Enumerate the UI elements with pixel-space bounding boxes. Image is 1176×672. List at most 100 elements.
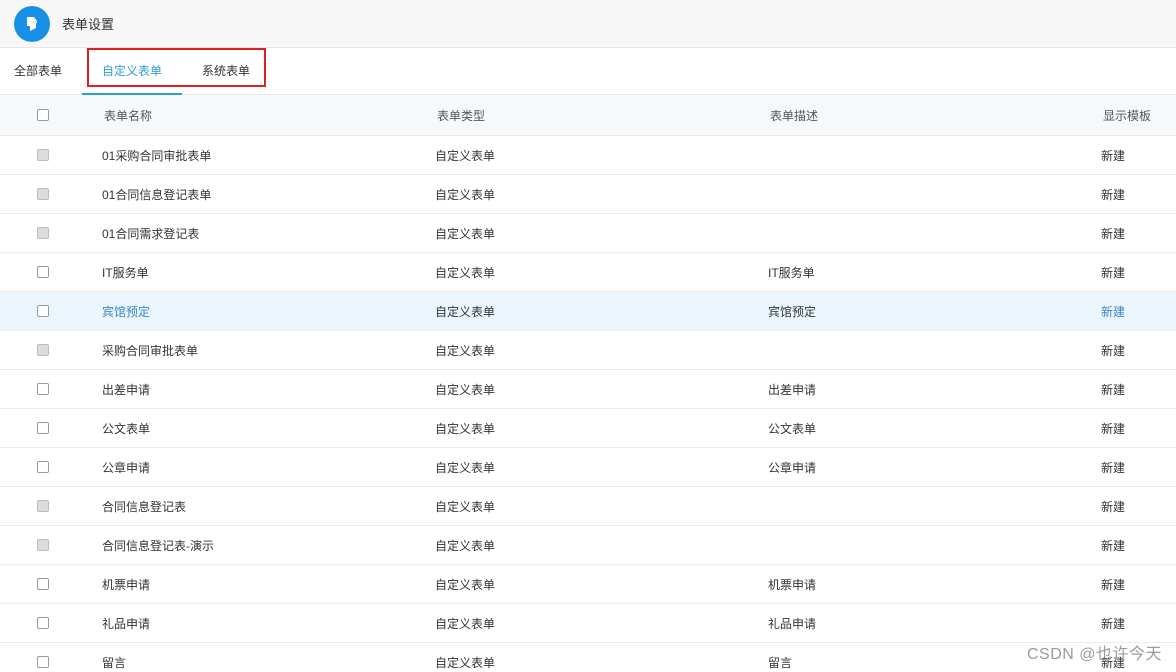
table-row[interactable]: 礼品申请 自定义表单 礼品申请 新建 [0, 604, 1176, 643]
page-title: 表单设置 [62, 17, 115, 32]
form-name: 出差申请 [102, 382, 151, 397]
form-description: 公章申请 [768, 460, 817, 475]
new-template-link[interactable]: 新建 [1101, 331, 1125, 369]
row-checkbox-cell [37, 214, 49, 252]
form-name: 宾馆预定 [102, 304, 151, 319]
form-type: 自定义表单 [435, 421, 496, 436]
new-template-link[interactable]: 新建 [1101, 253, 1125, 291]
form-type: 自定义表单 [435, 538, 496, 553]
row-checkbox[interactable] [37, 383, 49, 395]
row-checkbox-cell [37, 409, 49, 447]
form-name: 公文表单 [102, 421, 151, 436]
form-type: 自定义表单 [435, 226, 496, 241]
table-row[interactable]: 留言 自定义表单 留言 新建 [0, 643, 1176, 672]
table-row[interactable]: 01合同信息登记表单 自定义表单 新建 [0, 175, 1176, 214]
row-checkbox [37, 149, 49, 161]
table-header: 表单名称 表单类型 表单描述 显示模板 [0, 95, 1176, 136]
page: 表单设置 全部表单 自定义表单 系统表单 表单名称 表单类型 表单描述 显示模板… [0, 0, 1176, 672]
form-description: 礼品申请 [768, 616, 817, 631]
new-template-link[interactable]: 新建 [1101, 565, 1125, 603]
new-template-link[interactable]: 新建 [1101, 487, 1125, 525]
form-type: 自定义表单 [435, 343, 496, 358]
form-type: 自定义表单 [435, 187, 496, 202]
new-template-link[interactable]: 新建 [1101, 370, 1125, 408]
form-type: 自定义表单 [435, 382, 496, 397]
new-template-link[interactable]: 新建 [1101, 448, 1125, 486]
row-checkbox-cell [37, 526, 49, 564]
form-type: 自定义表单 [435, 655, 496, 670]
row-checkbox[interactable] [37, 617, 49, 629]
new-template-link[interactable]: 新建 [1101, 175, 1125, 213]
tab-custom-forms[interactable]: 自定义表单 [81, 48, 183, 95]
table-row[interactable]: 合同信息登记表 自定义表单 新建 [0, 487, 1176, 526]
form-type: 自定义表单 [435, 148, 496, 163]
table-row[interactable]: 合同信息登记表-演示 自定义表单 新建 [0, 526, 1176, 565]
form-type: 自定义表单 [435, 616, 496, 631]
select-all-checkbox[interactable] [37, 109, 49, 121]
form-name: 合同信息登记表 [102, 499, 187, 514]
form-name: 合同信息登记表-演示 [102, 538, 214, 553]
row-checkbox[interactable] [37, 305, 49, 317]
form-name: 留言 [102, 655, 127, 670]
form-description: 宾馆预定 [768, 304, 817, 319]
row-checkbox-cell [37, 175, 49, 213]
new-template-link[interactable]: 新建 [1101, 214, 1125, 252]
column-header-description[interactable]: 表单描述 [770, 95, 818, 135]
row-checkbox-cell [37, 487, 49, 525]
form-description: 公文表单 [768, 421, 817, 436]
row-checkbox[interactable] [37, 422, 49, 434]
form-name: 01采购合同审批表单 [102, 148, 212, 163]
row-checkbox [37, 539, 49, 551]
tab-system-forms[interactable]: 系统表单 [202, 48, 250, 94]
form-type: 自定义表单 [435, 577, 496, 592]
table-row[interactable]: 公文表单 自定义表单 公文表单 新建 [0, 409, 1176, 448]
row-checkbox-cell [37, 643, 49, 672]
table-row[interactable]: 机票申请 自定义表单 机票申请 新建 [0, 565, 1176, 604]
column-header-name[interactable]: 表单名称 [104, 95, 152, 135]
table-row[interactable]: 公章申请 自定义表单 公章申请 新建 [0, 448, 1176, 487]
row-checkbox-cell [37, 565, 49, 603]
row-checkbox[interactable] [37, 266, 49, 278]
row-checkbox[interactable] [37, 461, 49, 473]
logo-icon[interactable] [14, 5, 50, 42]
table-row[interactable]: 宾馆预定 自定义表单 宾馆预定 新建 [0, 292, 1176, 331]
new-template-link[interactable]: 新建 [1101, 526, 1125, 564]
table-row[interactable]: 01合同需求登记表 自定义表单 新建 [0, 214, 1176, 253]
table-row[interactable]: 01采购合同审批表单 自定义表单 新建 [0, 136, 1176, 175]
row-checkbox-cell [37, 448, 49, 486]
tab-all-forms[interactable]: 全部表单 [14, 48, 62, 94]
new-template-link[interactable]: 新建 [1101, 604, 1125, 642]
row-checkbox-cell [37, 253, 49, 291]
forms-table: 表单名称 表单类型 表单描述 显示模板 01采购合同审批表单 自定义表单 新建 01合… [0, 95, 1176, 672]
header-checkbox-cell [37, 95, 49, 135]
row-checkbox [37, 227, 49, 239]
app-header: 表单设置 [0, 0, 1176, 48]
new-template-link[interactable]: 新建 [1101, 409, 1125, 447]
form-description: 留言 [768, 655, 793, 670]
row-checkbox-cell [37, 604, 49, 642]
form-description: 机票申请 [768, 577, 817, 592]
form-name: 采购合同审批表单 [102, 343, 199, 358]
column-header-template[interactable]: 显示模板 [1103, 95, 1151, 135]
row-checkbox-cell [37, 136, 49, 174]
form-name: 礼品申请 [102, 616, 151, 631]
new-template-link[interactable]: 新建 [1101, 136, 1125, 174]
form-description: 出差申请 [768, 382, 817, 397]
form-name: 01合同信息登记表单 [102, 187, 212, 202]
form-type: 自定义表单 [435, 499, 496, 514]
row-checkbox-cell [37, 292, 49, 330]
form-name: 01合同需求登记表 [102, 226, 200, 241]
tab-bar: 全部表单 自定义表单 系统表单 [0, 48, 1176, 95]
watermark: CSDN @也许今天 [1026, 646, 1162, 663]
row-checkbox-cell [37, 370, 49, 408]
form-name: 公章申请 [102, 460, 151, 475]
table-row[interactable]: 采购合同审批表单 自定义表单 新建 [0, 331, 1176, 370]
column-header-type[interactable]: 表单类型 [437, 95, 485, 135]
row-checkbox[interactable] [37, 656, 49, 668]
row-checkbox[interactable] [37, 578, 49, 590]
form-type: 自定义表单 [435, 265, 496, 280]
table-row[interactable]: 出差申请 自定义表单 出差申请 新建 [0, 370, 1176, 409]
form-description: IT服务单 [768, 265, 815, 280]
new-template-link[interactable]: 新建 [1101, 292, 1125, 330]
table-row[interactable]: IT服务单 自定义表单 IT服务单 新建 [0, 253, 1176, 292]
